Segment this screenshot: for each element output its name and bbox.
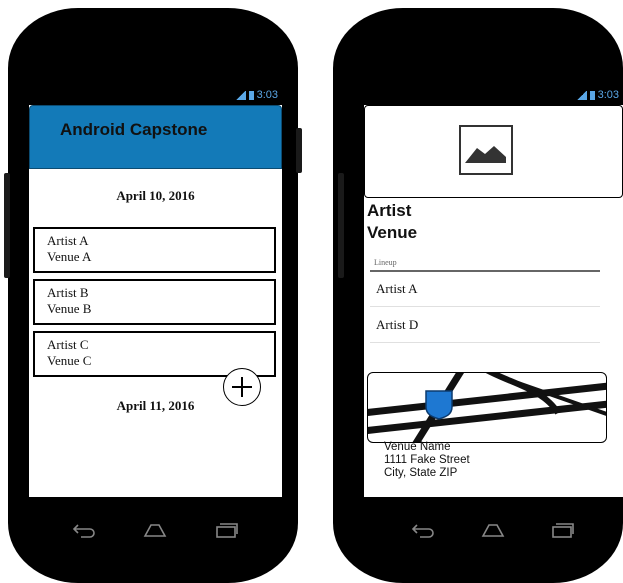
signal-icon [235, 90, 246, 100]
nav-bar [388, 509, 598, 551]
date-heading: April 10, 2016 [116, 188, 195, 203]
phone-frame-right: 3:03 Artist Venue Lineup Artist A Artist… [333, 8, 623, 583]
venue-address: Venue Name 1111 Fake Street City, State … [384, 441, 470, 480]
volume-button [338, 173, 344, 278]
event-detail-screen: 3:03 Artist Venue Lineup Artist A Artist… [364, 86, 623, 497]
back-icon[interactable] [410, 521, 436, 539]
event-artist: Artist C [47, 337, 89, 352]
app-bar: Android Capstone [29, 105, 282, 169]
lineup-item[interactable]: Artist D [370, 307, 600, 343]
map-marker [425, 390, 453, 420]
status-time: 3:03 [256, 89, 278, 101]
event-artist: Artist B [47, 285, 89, 300]
nav-bar [48, 509, 263, 551]
venue-name: Venue Name [384, 441, 451, 453]
event-card[interactable]: Artist B Venue B [33, 279, 276, 325]
power-button [296, 128, 302, 173]
app-title: Android Capstone [60, 120, 208, 139]
event-venue: Venue B [47, 301, 92, 316]
recents-icon[interactable] [550, 521, 576, 539]
map-icon [368, 373, 606, 442]
detail-venue: Venue [367, 223, 418, 242]
signal-icon [576, 90, 587, 100]
home-icon[interactable] [480, 521, 506, 539]
event-venue: Venue A [47, 249, 92, 264]
event-list-screen: 3:03 Android Capstone April 10, 2016 Art… [29, 86, 282, 497]
venue-street: 1111 Fake Street [384, 454, 470, 466]
volume-button [4, 173, 10, 278]
battery-icon [589, 90, 595, 100]
venue-city: City, State ZIP [384, 467, 458, 479]
status-bar: 3:03 [364, 86, 623, 105]
recents-icon[interactable] [214, 521, 240, 539]
event-venue: Venue C [47, 353, 92, 368]
phone-frame-left: 3:03 Android Capstone April 10, 2016 Art… [4, 8, 302, 583]
back-icon[interactable] [71, 521, 97, 539]
lineup-label: Lineup [374, 258, 397, 267]
detail-artist: Artist [367, 201, 412, 220]
battery-icon [248, 90, 254, 100]
venue-map[interactable] [367, 372, 607, 443]
event-artist: Artist A [47, 233, 89, 248]
event-card[interactable]: Artist A Venue A [33, 227, 276, 273]
add-event-button[interactable] [223, 368, 261, 406]
status-time: 3:03 [597, 89, 619, 101]
lineup-item[interactable]: Artist A [370, 271, 600, 307]
home-icon[interactable] [142, 521, 168, 539]
artist-image [364, 105, 623, 198]
image-placeholder-icon [459, 125, 513, 175]
status-bar: 3:03 [29, 86, 282, 105]
